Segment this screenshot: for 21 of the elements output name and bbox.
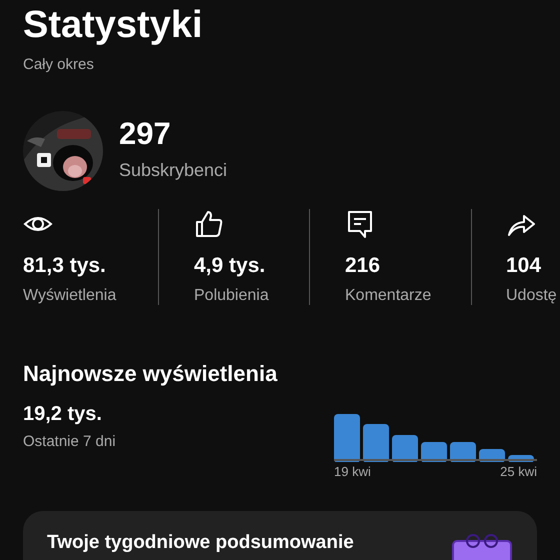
section-title: Najnowsze wyświetlenia [23, 360, 278, 388]
thumbs-up-icon [194, 208, 224, 238]
views-value: 19,2 tys. [23, 404, 103, 424]
comment-icon [345, 208, 375, 238]
stat-value: 4,9 tys. [194, 254, 266, 276]
stat-label: Komentarze [345, 286, 432, 306]
subscriber-count: 297 [119, 118, 172, 148]
subscriber-label: Subskrybenci [119, 158, 228, 182]
page-title: Statystyki [23, 6, 204, 44]
views-period: Ostatnie 7 dni [23, 432, 116, 452]
stat-label: Udostę [506, 286, 557, 306]
card-title: Twoje tygodniowe podsumowanie [47, 533, 354, 554]
stat-value: 81,3 tys. [23, 254, 107, 276]
calendar-icon [451, 533, 513, 560]
stat-label: Polubienia [194, 286, 270, 306]
axis-label: 19 kwi [334, 462, 371, 480]
stat-label: Wyświetlenia [23, 286, 118, 306]
period-label: Cały okres [23, 55, 95, 75]
stat-value: 104 [506, 254, 542, 276]
stat-value: 216 [345, 254, 382, 276]
axis-label: 25 kwi [500, 462, 537, 480]
